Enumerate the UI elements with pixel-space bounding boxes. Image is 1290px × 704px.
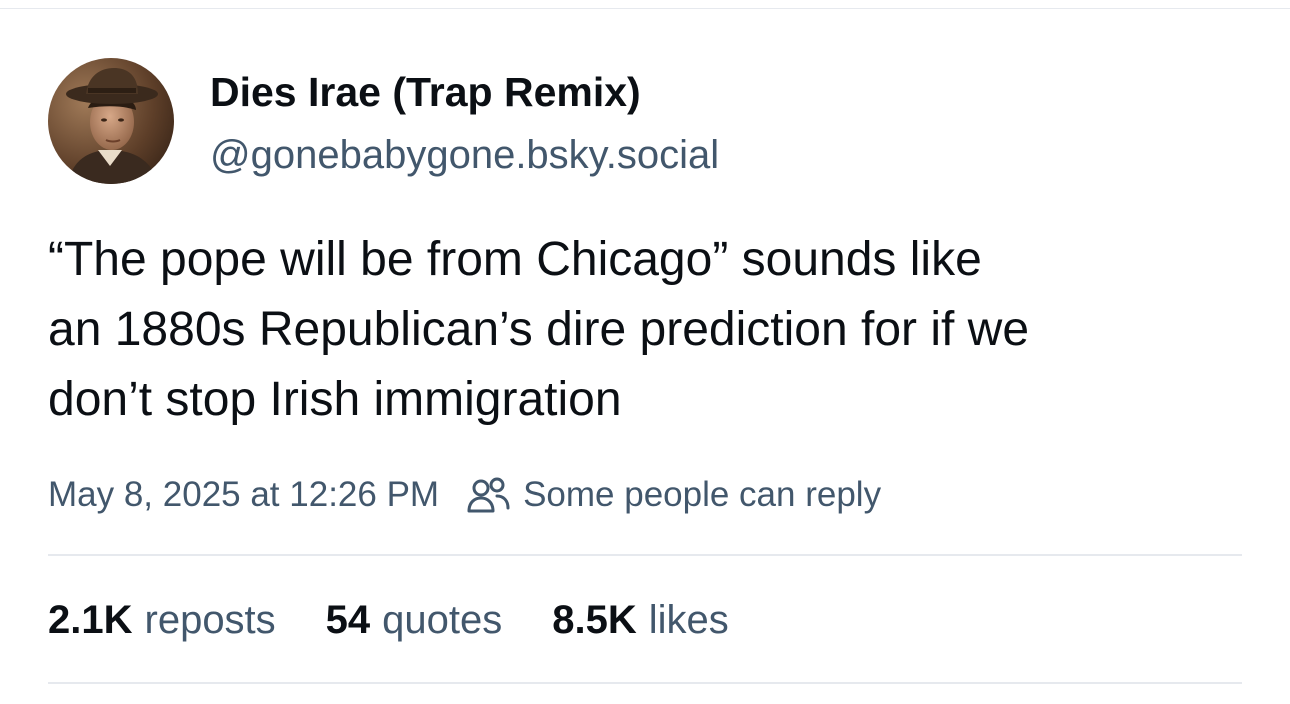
people-icon bbox=[467, 475, 511, 515]
author-display-name[interactable]: Dies Irae (Trap Remix) bbox=[210, 66, 641, 118]
likes-label: likes bbox=[648, 597, 729, 642]
stats-divider-top bbox=[48, 554, 1242, 556]
author-avatar[interactable] bbox=[48, 58, 174, 184]
post-text-line: “The pope will be from Chicago” sounds l… bbox=[48, 233, 982, 286]
reply-settings-label: Some people can reply bbox=[523, 475, 882, 514]
quotes-count: 54 bbox=[325, 597, 371, 642]
reply-settings-button[interactable]: Some people can reply bbox=[467, 475, 881, 515]
reposts-stat[interactable]: 2.1K reposts bbox=[48, 598, 276, 643]
reposts-count: 2.1K bbox=[48, 597, 133, 642]
likes-stat[interactable]: 8.5K likes bbox=[552, 598, 729, 643]
post-text: “The pope will be from Chicago” sounds l… bbox=[48, 225, 1258, 435]
quotes-stat[interactable]: 54 quotes bbox=[326, 598, 503, 643]
top-divider bbox=[0, 8, 1290, 9]
post-text-line: don’t stop Irish immigration bbox=[48, 373, 622, 426]
post-timestamp[interactable]: May 8, 2025 at 12:26 PM bbox=[48, 475, 439, 515]
post-meta-row: May 8, 2025 at 12:26 PM Some people can … bbox=[48, 472, 881, 518]
reposts-label: reposts bbox=[144, 597, 276, 642]
likes-count: 8.5K bbox=[552, 597, 637, 642]
post-text-line: an 1880s Republican’s dire prediction fo… bbox=[48, 303, 1030, 356]
quotes-label: quotes bbox=[382, 597, 503, 642]
avatar-photo-icon bbox=[48, 58, 174, 184]
stats-divider-bottom bbox=[48, 682, 1242, 684]
engagement-stats: 2.1K reposts 54 quotes 8.5K likes bbox=[48, 596, 779, 644]
author-handle[interactable]: @gonebabygone.bsky.social bbox=[210, 130, 719, 180]
